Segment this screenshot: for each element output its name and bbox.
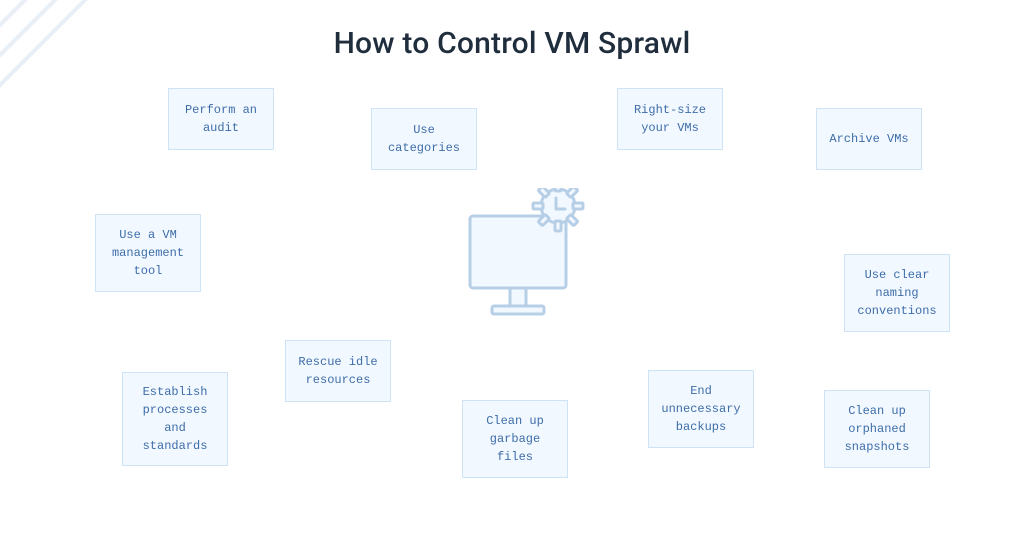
card-label: Right-size your VMs <box>634 101 706 137</box>
card-label: Archive VMs <box>829 130 908 148</box>
card-use-categories: Use categories <box>371 108 477 170</box>
card-label: Establish processes and standards <box>143 383 208 455</box>
card-label: Use clear naming conventions <box>857 266 936 320</box>
card-establish-processes: Establish processes and standards <box>122 372 228 466</box>
card-archive-vms: Archive VMs <box>816 108 922 170</box>
card-rescue-idle: Rescue idle resources <box>285 340 391 402</box>
diagram-canvas: How to Control VM Sprawl Perform an audi… <box>0 0 1024 536</box>
card-right-size: Right-size your VMs <box>617 88 723 150</box>
monitor-gear-icon <box>450 188 600 338</box>
card-label: Perform an audit <box>185 101 257 137</box>
card-use-vm-tool: Use a VM management tool <box>95 214 201 292</box>
card-label: Use categories <box>388 121 460 157</box>
card-perform-audit: Perform an audit <box>168 88 274 150</box>
card-cleanup-snapshots: Clean up orphaned snapshots <box>824 390 930 468</box>
card-label: Use a VM management tool <box>112 226 184 280</box>
card-end-backups: End unnecessary backups <box>648 370 754 448</box>
card-label: Clean up orphaned snapshots <box>845 402 910 456</box>
card-label: Clean up garbage files <box>486 412 544 466</box>
background-stripes <box>0 0 140 165</box>
card-cleanup-garbage: Clean up garbage files <box>462 400 568 478</box>
card-use-naming: Use clear naming conventions <box>844 254 950 332</box>
card-label: End unnecessary backups <box>661 382 740 436</box>
page-title: How to Control VM Sprawl <box>0 26 1024 61</box>
card-label: Rescue idle resources <box>298 353 377 389</box>
